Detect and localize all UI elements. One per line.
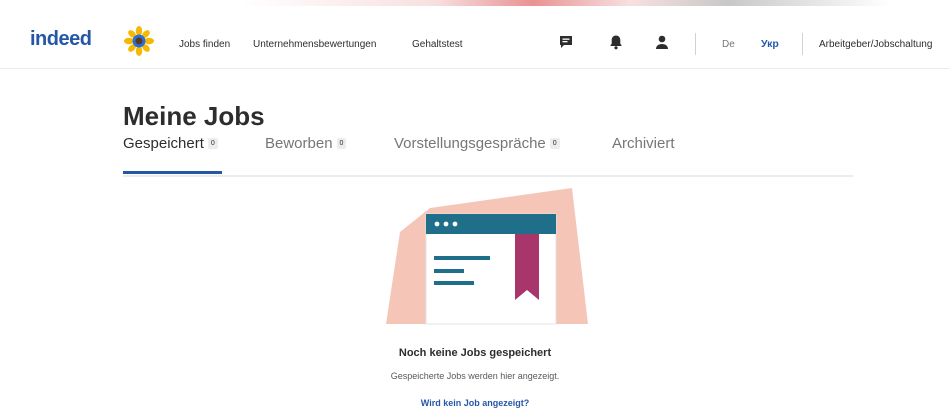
tab-label: Archiviert (612, 135, 675, 152)
empty-state-help-link-wrapper: Wird kein Job angezeigt? (0, 398, 950, 408)
page-title: Meine Jobs (123, 101, 265, 132)
tab-archiviert[interactable]: Archiviert (612, 135, 675, 152)
empty-state-title: Noch keine Jobs gespeichert (398, 347, 552, 359)
tab-label: Vorstellungsgespräche (394, 135, 546, 152)
notifications-icon[interactable] (608, 34, 624, 50)
nav-unternehmensbewertungen[interactable]: Unternehmensbewertungen (253, 39, 376, 50)
tab-beworben[interactable]: Beworben 0 (265, 135, 347, 152)
nav-gehaltstest[interactable]: Gehaltstest (412, 39, 463, 50)
language-ukr-link[interactable]: Укр (761, 38, 779, 50)
tab-label: Gespeichert (123, 135, 204, 152)
indeed-logo[interactable]: indeed (30, 28, 92, 51)
nav-jobs-finden[interactable]: Jobs finden (179, 39, 230, 50)
messages-icon[interactable] (558, 34, 574, 50)
tab-bar: Gespeichert 0 Beworben 0 Vorstellungsges… (123, 135, 853, 177)
header-divider (695, 33, 696, 55)
profile-icon[interactable] (654, 34, 670, 50)
sunflower-icon (124, 26, 154, 56)
site-header: indeed Jobs finden Unternehmensbewertung… (0, 6, 950, 69)
empty-state-subtitle: Gespeicherte Jobs werden hier angezeigt. (390, 371, 560, 381)
tab-vorstellungsgespraeche[interactable]: Vorstellungsgespräche 0 (394, 135, 560, 152)
employer-post-job-link[interactable]: Arbeitgeber/Jobschaltung (819, 39, 932, 50)
tab-count-badge: 0 (207, 138, 218, 149)
no-job-shown-link[interactable]: Wird kein Job angezeigt? (421, 398, 529, 408)
tab-gespeichert[interactable]: Gespeichert 0 (123, 135, 218, 152)
active-tab-indicator (123, 171, 222, 174)
tab-label: Beworben (265, 135, 333, 152)
header-divider (802, 33, 803, 55)
tab-count-badge: 0 (549, 138, 560, 149)
saved-jobs-illustration (386, 188, 588, 325)
tab-count-badge: 0 (336, 138, 347, 149)
language-de-link[interactable]: De (722, 39, 735, 50)
